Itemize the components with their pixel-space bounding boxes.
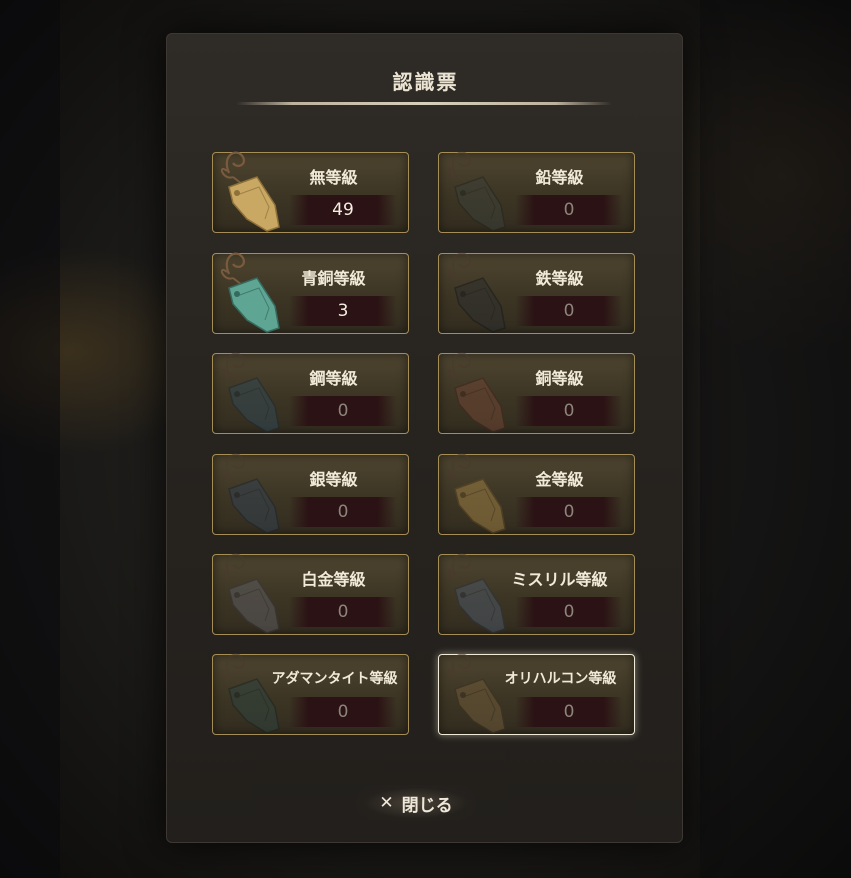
tag-name: アダマンタイト等級 [271, 671, 398, 687]
tag-card[interactable]: 白金等級 0 [212, 553, 409, 635]
close-icon: ✕ [379, 793, 394, 813]
tag-name: ミスリル等級 [511, 570, 608, 589]
tag-count: 0 [337, 502, 349, 522]
dog-tag-icon [220, 252, 280, 333]
dog-tag-icon [220, 352, 280, 433]
tag-card[interactable]: 青銅等級 3 [212, 252, 409, 334]
dog-tag-icon [446, 553, 506, 634]
tag-name: 銀等級 [309, 470, 358, 489]
tag-card[interactable]: 銅等級 0 [438, 352, 635, 434]
tag-card[interactable]: オリハルコン等級 0 [438, 653, 635, 735]
dog-tag-icon [220, 151, 280, 232]
tag-name: 銅等級 [535, 369, 584, 388]
tag-name: 無等級 [309, 168, 358, 187]
dog-tag-icon [446, 453, 506, 534]
dog-tag-icon [446, 653, 506, 734]
tag-name: 青銅等級 [301, 269, 366, 288]
close-button[interactable]: ✕ 閉じる [356, 785, 476, 821]
dog-tag-icon [446, 352, 506, 433]
dog-tag-icon [446, 252, 506, 333]
background-shadow [0, 0, 60, 878]
dog-tag-icon [220, 553, 280, 634]
close-button-label: 閉じる [401, 795, 453, 816]
tag-count: 0 [337, 401, 349, 421]
tag-count: 49 [332, 200, 354, 220]
tag-card[interactable]: 鋼等級 0 [212, 352, 409, 434]
background-shadow [700, 0, 851, 878]
tag-count: 0 [563, 401, 575, 421]
tag-count: 0 [563, 702, 575, 722]
tag-card[interactable]: 金等級 0 [438, 453, 635, 535]
tag-card[interactable]: 鉄等級 0 [438, 252, 635, 334]
tag-name: 鋼等級 [309, 369, 358, 388]
tag-name: 白金等級 [301, 570, 366, 589]
tag-card[interactable]: アダマンタイト等級 0 [212, 653, 409, 735]
tag-name: 鉛等級 [535, 168, 584, 187]
tag-count: 0 [563, 200, 575, 220]
tag-name: オリハルコン等級 [504, 671, 617, 687]
dog-tag-icon [220, 653, 280, 734]
tag-count: 0 [563, 301, 575, 321]
tag-name: 金等級 [535, 470, 584, 489]
tag-card[interactable]: 無等級 49 [212, 151, 409, 233]
title-divider [236, 102, 612, 105]
tag-count: 0 [563, 502, 575, 522]
tag-count: 3 [337, 301, 349, 321]
dog-tag-icon [220, 453, 280, 534]
tag-count: 0 [563, 602, 575, 622]
tag-name: 鉄等級 [535, 269, 584, 288]
tag-card[interactable]: 鉛等級 0 [438, 151, 635, 233]
tag-card[interactable]: 銀等級 0 [212, 453, 409, 535]
page-title: 認識票 [392, 70, 459, 94]
tag-count: 0 [337, 702, 349, 722]
tag-count: 0 [337, 602, 349, 622]
dog-tag-icon [446, 151, 506, 232]
tag-card[interactable]: ミスリル等級 0 [438, 553, 635, 635]
